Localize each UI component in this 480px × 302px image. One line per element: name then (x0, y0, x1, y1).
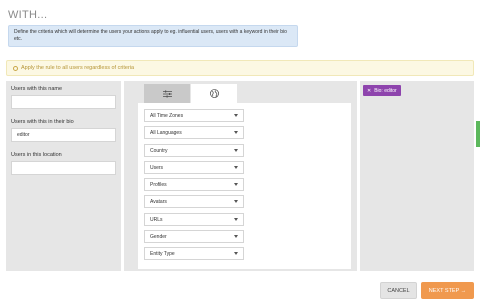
select-label: Avatars (150, 198, 167, 205)
criteria-tag-label: Bio: editor (374, 87, 397, 94)
feedback-side-tab[interactable] (476, 121, 480, 147)
cancel-button[interactable]: CANCEL (380, 282, 417, 299)
next-step-button[interactable]: NEXT STEP → (421, 282, 474, 299)
criteria-fields-panel: Users with this name Users with this in … (6, 81, 121, 271)
chevron-down-icon (234, 114, 238, 117)
chevron-down-icon (234, 166, 238, 169)
select-label: URLs (150, 216, 163, 223)
select-label: Gender (150, 233, 167, 240)
globe-icon (209, 89, 219, 98)
info-box: Define the criteria which will determine… (8, 25, 298, 47)
chevron-down-icon (234, 131, 238, 134)
timezone-select[interactable]: All Time Zones (144, 109, 244, 122)
bio-field[interactable] (11, 128, 116, 142)
entity-type-select[interactable]: Entity Type (144, 247, 244, 260)
chevron-down-icon (234, 183, 238, 186)
select-label: Users (150, 164, 164, 171)
urls-select[interactable]: URLs (144, 213, 244, 226)
filter-panel: All Time Zones All Languages Country Use… (124, 81, 357, 271)
chevron-down-icon (234, 218, 238, 221)
profiles-select[interactable]: Profiles (144, 178, 244, 191)
tab-location[interactable] (191, 84, 237, 103)
chevron-down-icon (234, 149, 238, 152)
select-label: Profiles (150, 181, 167, 188)
name-field[interactable] (11, 95, 116, 109)
sliders-icon (162, 90, 172, 97)
page-title: WITH... (8, 9, 48, 21)
chevron-down-icon (234, 252, 238, 255)
select-label: Country (150, 147, 168, 154)
location-field[interactable] (11, 161, 116, 175)
tab-filters[interactable] (144, 84, 190, 103)
radio-icon[interactable] (13, 65, 18, 71)
language-select[interactable]: All Languages (144, 126, 244, 139)
selected-criteria-panel: ✕ Bio: editor (360, 81, 474, 271)
country-select[interactable]: Country (144, 144, 244, 157)
avatars-select[interactable]: Avatars (144, 195, 244, 208)
criteria-tag[interactable]: ✕ Bio: editor (363, 85, 401, 96)
close-icon[interactable]: ✕ (367, 88, 371, 94)
select-label: Entity Type (150, 250, 175, 257)
select-list: All Time Zones All Languages Country Use… (138, 103, 351, 269)
chevron-down-icon (234, 235, 238, 238)
chevron-down-icon (234, 200, 238, 203)
select-label: All Time Zones (150, 112, 184, 119)
users-select[interactable]: Users (144, 161, 244, 174)
name-field-label: Users with this name (11, 86, 63, 92)
location-field-label: Users in this location (11, 152, 62, 158)
apply-all-label: Apply the rule to all users regardless o… (21, 65, 135, 71)
bio-field-label: Users with this in their bio (11, 119, 74, 125)
gender-select[interactable]: Gender (144, 230, 244, 243)
apply-all-rule[interactable]: Apply the rule to all users regardless o… (6, 60, 474, 76)
select-label: All Languages (150, 129, 182, 136)
